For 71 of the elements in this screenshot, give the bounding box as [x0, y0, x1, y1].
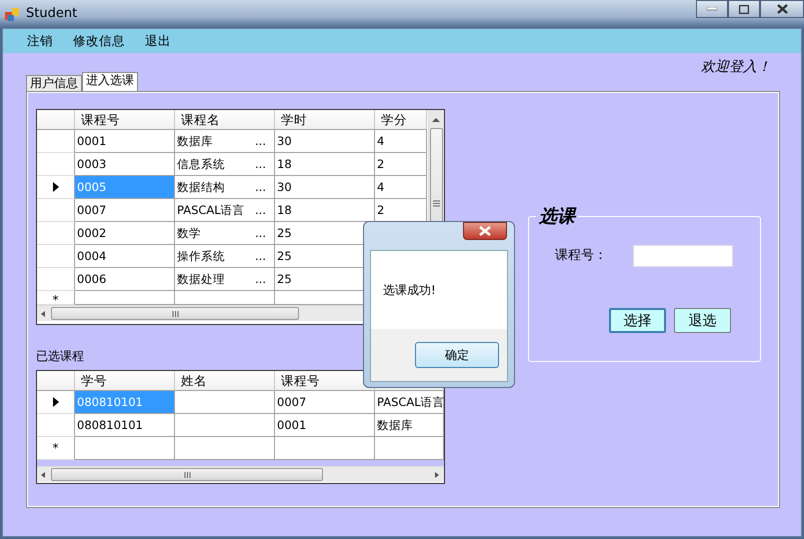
- horizontal-scrollbar[interactable]: [37, 466, 444, 482]
- ellipsis-text: ...: [255, 179, 266, 196]
- minimize-button[interactable]: [696, 0, 728, 18]
- maximize-icon: [739, 4, 749, 14]
- column-header[interactable]: 课程名: [175, 110, 275, 130]
- table-cell: 数据库: [375, 414, 444, 437]
- table-cell: 30: [275, 130, 375, 153]
- table-cell: 0002: [75, 222, 175, 245]
- close-button[interactable]: [760, 0, 804, 18]
- grip-icon: [433, 200, 440, 206]
- column-header[interactable]: 课程号: [75, 110, 175, 130]
- table-cell: 4: [375, 176, 427, 199]
- dialog-close-button[interactable]: [463, 222, 507, 240]
- column-header[interactable]: 姓名: [175, 371, 275, 391]
- table-cell: 0001: [275, 414, 375, 437]
- menu-item[interactable]: 修改信息: [63, 32, 135, 50]
- new-row-marker: *: [52, 440, 58, 457]
- ellipsis-text: ...: [255, 202, 266, 219]
- table-cell: 080810101: [75, 414, 175, 437]
- new-row-marker: *: [52, 292, 58, 309]
- maximize-button[interactable]: [728, 0, 760, 18]
- course-name: PASCAL语言: [177, 202, 245, 219]
- ellipsis-text: ...: [255, 271, 266, 288]
- scrollbar-thumb[interactable]: [51, 307, 299, 320]
- app-icon: [4, 6, 20, 22]
- dialog-message: 选课成功!: [383, 283, 436, 297]
- action-button[interactable]: 退选: [674, 308, 731, 333]
- table-cell: 0005: [75, 176, 175, 199]
- table-cell: 30: [275, 176, 375, 199]
- table-cell: 080810101: [75, 391, 175, 414]
- column-header[interactable]: 学分: [375, 110, 427, 130]
- course-name: 数据处理: [177, 271, 225, 288]
- close-icon: [479, 226, 491, 236]
- course-number-label: 课程号：: [555, 247, 607, 266]
- course-name: 数据库: [177, 133, 213, 150]
- ellipsis-text: ...: [255, 248, 266, 265]
- grip-icon: [184, 472, 190, 478]
- course-name: 操作系统: [177, 248, 225, 265]
- course-name: 数据结构: [177, 179, 225, 196]
- table-cell: 2: [375, 153, 427, 176]
- header-corner: [37, 371, 75, 391]
- course-number-field[interactable]: [633, 245, 733, 267]
- course-name: 数学: [177, 225, 201, 242]
- table-cell: 0001: [75, 130, 175, 153]
- welcome-text: 欢迎登入！: [701, 59, 771, 75]
- column-header[interactable]: 学号: [75, 371, 175, 391]
- ellipsis-text: ...: [255, 156, 266, 173]
- minimize-icon: [707, 7, 717, 11]
- menu-item[interactable]: 退出: [135, 32, 181, 50]
- ellipsis-text: ...: [255, 225, 266, 242]
- tab[interactable]: 用户信息: [26, 75, 82, 91]
- ok-button[interactable]: 确定: [415, 342, 499, 368]
- action-button[interactable]: 选择: [609, 308, 666, 333]
- course-name: 信息系统: [177, 156, 225, 173]
- window-title: Student: [26, 5, 78, 24]
- table-cell: 18: [275, 153, 375, 176]
- table-cell: 0006: [75, 268, 175, 291]
- table-cell: 0007: [275, 391, 375, 414]
- table-cell: 0007: [75, 199, 175, 222]
- menu-item[interactable]: 注销: [17, 32, 63, 50]
- ellipsis-text: ...: [255, 133, 266, 150]
- table-cell: 4: [375, 130, 427, 153]
- tab[interactable]: 进入选课: [82, 72, 138, 91]
- column-header[interactable]: 学时: [275, 110, 375, 130]
- table-cell: 0004: [75, 245, 175, 268]
- header-corner: [37, 110, 75, 130]
- grip-icon: [172, 310, 178, 316]
- close-icon: [776, 4, 788, 14]
- table-cell: PASCAL语言: [375, 391, 444, 414]
- selected-courses-label: 已选课程: [36, 349, 84, 363]
- scrollbar-thumb[interactable]: [51, 468, 323, 481]
